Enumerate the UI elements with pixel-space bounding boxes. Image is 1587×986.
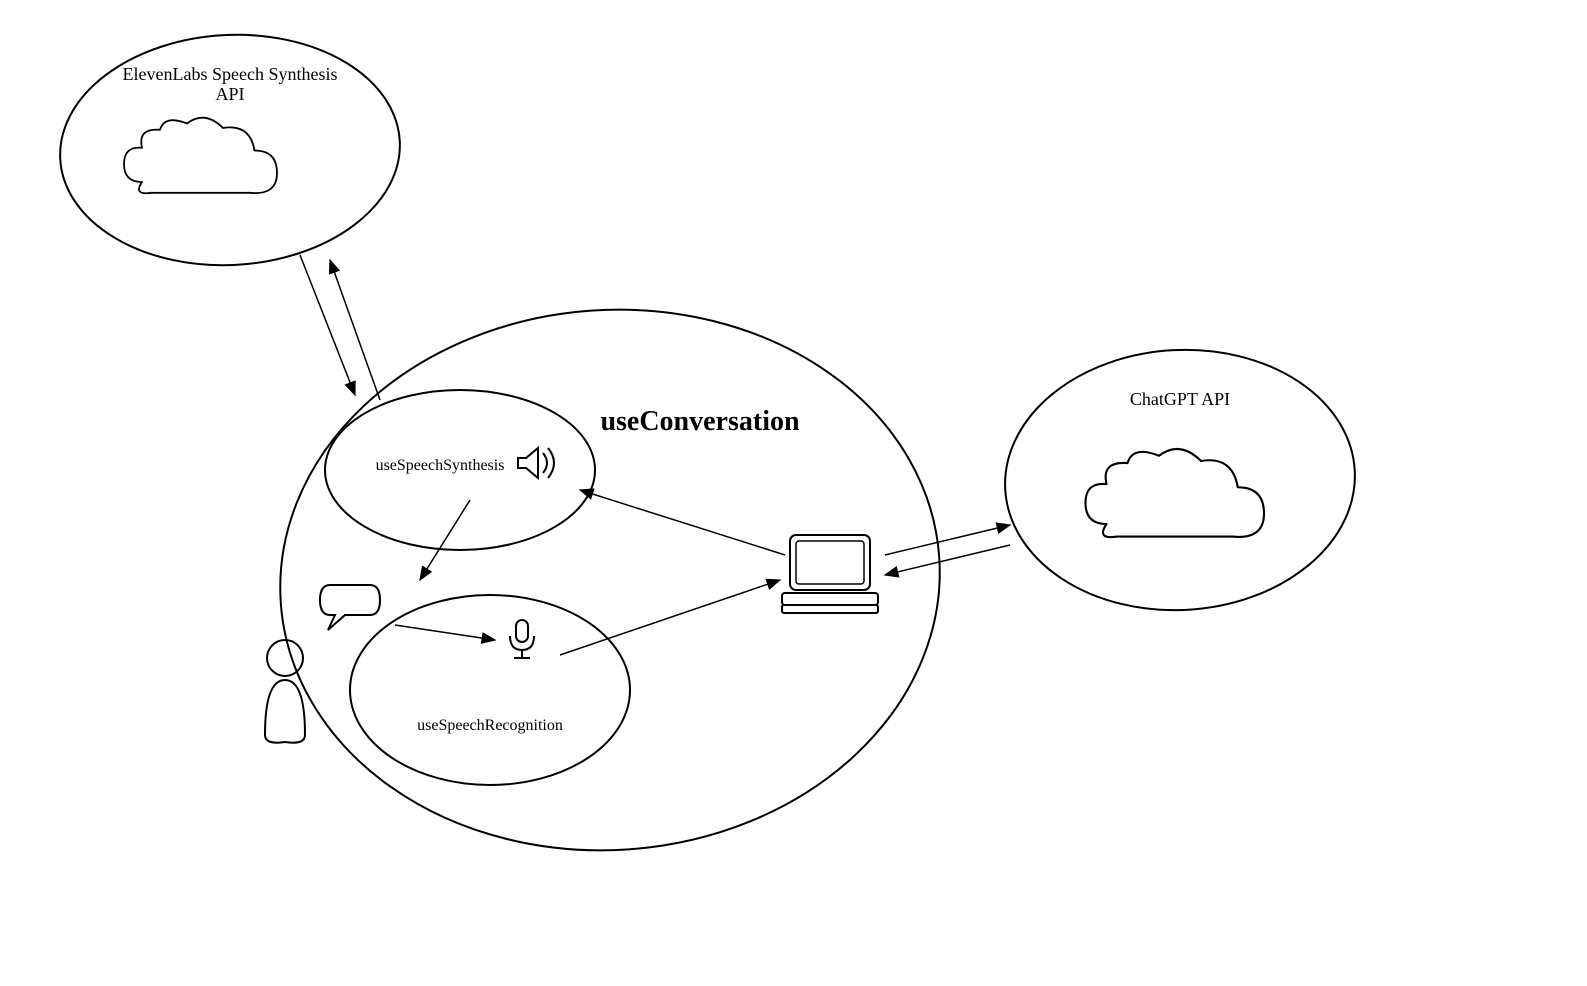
arrow-chatgpt-to-computer xyxy=(885,545,1010,575)
arrow-elevenlabs-to-synthesis xyxy=(300,255,355,395)
person-icon xyxy=(265,640,305,743)
arrow-computer-to-synthesis xyxy=(580,490,785,555)
speech-bubble-icon xyxy=(320,585,380,630)
arrow-recognition-to-computer xyxy=(560,580,780,655)
speaker-icon xyxy=(518,448,554,478)
use-speech-synthesis-title: useSpeechSynthesis xyxy=(376,457,505,474)
use-conversation-node: useConversation xyxy=(262,288,958,873)
cloud-icon xyxy=(1086,449,1265,537)
microphone-icon xyxy=(510,620,534,658)
arrow-synthesis-to-elevenlabs xyxy=(330,260,380,400)
use-speech-synthesis-node: useSpeechSynthesis xyxy=(325,390,595,550)
chatgpt-node: ChatGPT API xyxy=(998,341,1361,619)
cloud-icon xyxy=(124,118,277,194)
use-speech-recognition-title: useSpeechRecognition xyxy=(417,717,563,734)
arrow-synthesis-to-user xyxy=(420,500,470,580)
architecture-diagram: ElevenLabs Speech Synthesis API useConve… xyxy=(0,0,1587,986)
arrow-computer-to-chatgpt xyxy=(885,525,1010,555)
elevenlabs-title-2: API xyxy=(215,84,244,104)
arrow-user-to-recognition xyxy=(395,625,495,640)
elevenlabs-title-1: ElevenLabs Speech Synthesis xyxy=(123,64,338,84)
computer-icon xyxy=(782,535,878,613)
chatgpt-title: ChatGPT API xyxy=(1130,389,1230,409)
use-conversation-title: useConversation xyxy=(600,406,800,437)
elevenlabs-node: ElevenLabs Speech Synthesis API xyxy=(54,26,406,273)
use-speech-recognition-node: useSpeechRecognition xyxy=(350,595,630,785)
